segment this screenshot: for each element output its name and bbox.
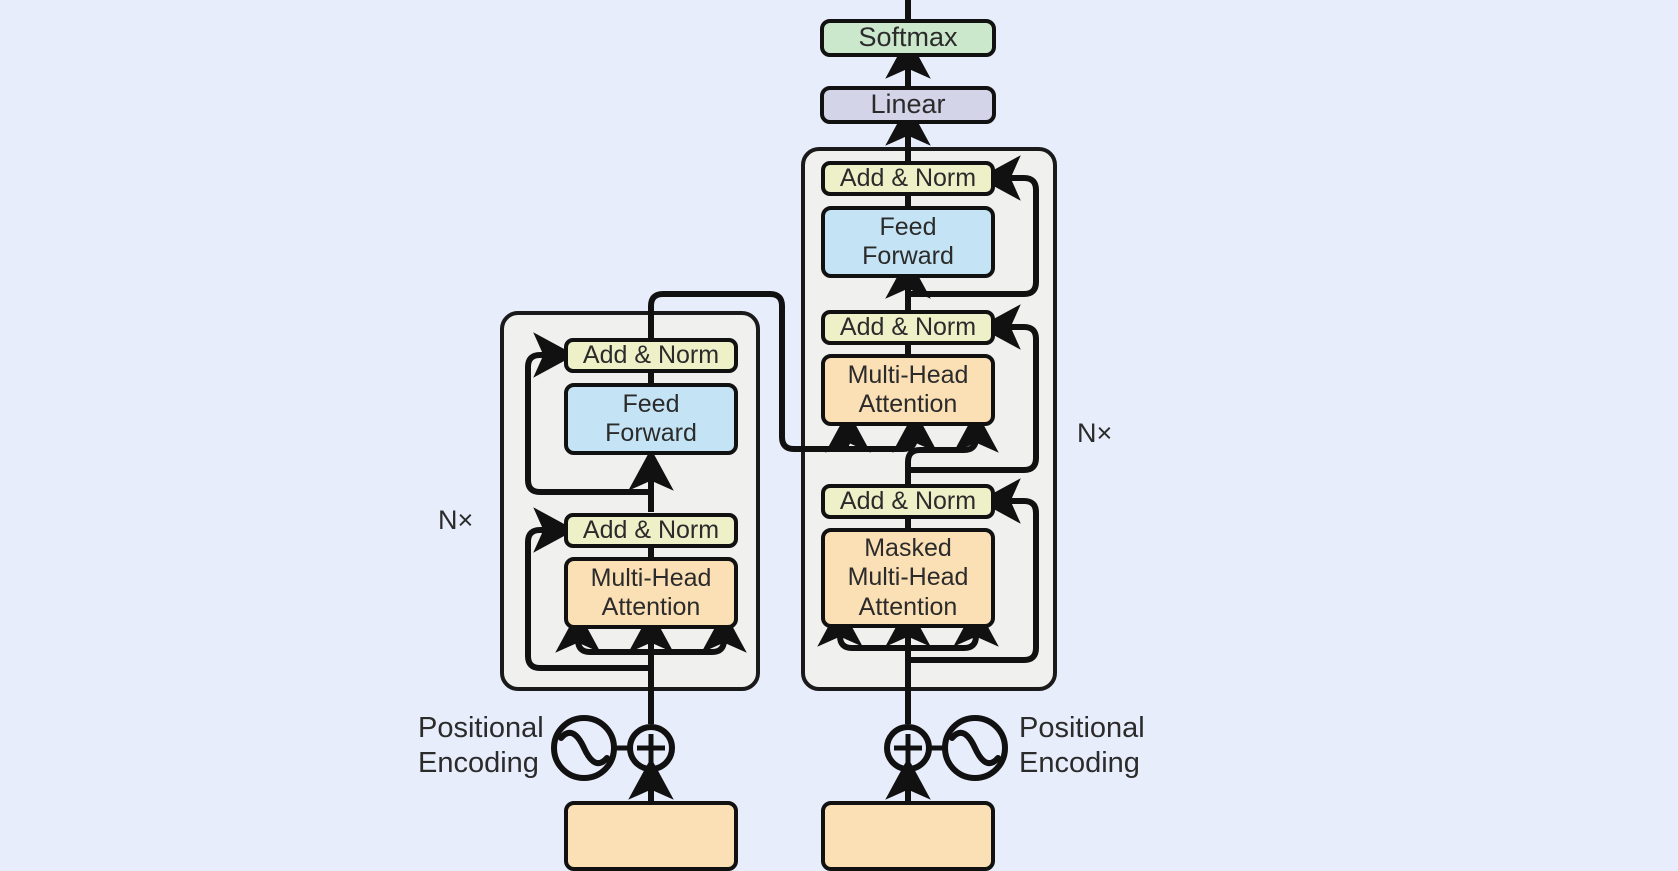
encoder-repeat-label: N× xyxy=(438,505,474,535)
decoder-add-circle xyxy=(884,724,932,772)
transformer-diagram: Softmax Linear Add & Norm Feed Forward A… xyxy=(0,0,1678,871)
linear-block[interactable]: Linear xyxy=(820,86,996,124)
decoder-masked-attention[interactable]: Masked Multi-Head Attention xyxy=(821,528,995,628)
decoder-pe-circle xyxy=(942,715,1008,781)
encoder-add-norm-bottom[interactable]: Add & Norm xyxy=(564,513,738,548)
encoder-add-circle xyxy=(627,724,675,772)
decoder-feed-forward[interactable]: Feed Forward xyxy=(821,206,995,278)
encoder-self-attention[interactable]: Multi-Head Attention xyxy=(564,557,738,629)
decoder-repeat-label: N× xyxy=(1077,418,1113,448)
encoder-add-norm-top[interactable]: Add & Norm xyxy=(564,338,738,373)
encoder-pe-circle xyxy=(551,715,617,781)
decoder-add-norm-top[interactable]: Add & Norm xyxy=(821,161,995,196)
decoder-output-embedding[interactable] xyxy=(821,801,995,871)
decoder-positional-encoding-label: Positional Encoding xyxy=(1019,712,1145,779)
decoder-add-norm-mid[interactable]: Add & Norm xyxy=(821,310,995,345)
encoder-feed-forward[interactable]: Feed Forward xyxy=(564,383,738,455)
encoder-positional-encoding-label: Positional Encoding xyxy=(418,712,544,779)
softmax-block[interactable]: Softmax xyxy=(820,19,996,57)
decoder-cross-attention[interactable]: Multi-Head Attention xyxy=(821,354,995,426)
decoder-add-norm-bottom[interactable]: Add & Norm xyxy=(821,484,995,519)
encoder-input-embedding[interactable] xyxy=(564,801,738,871)
